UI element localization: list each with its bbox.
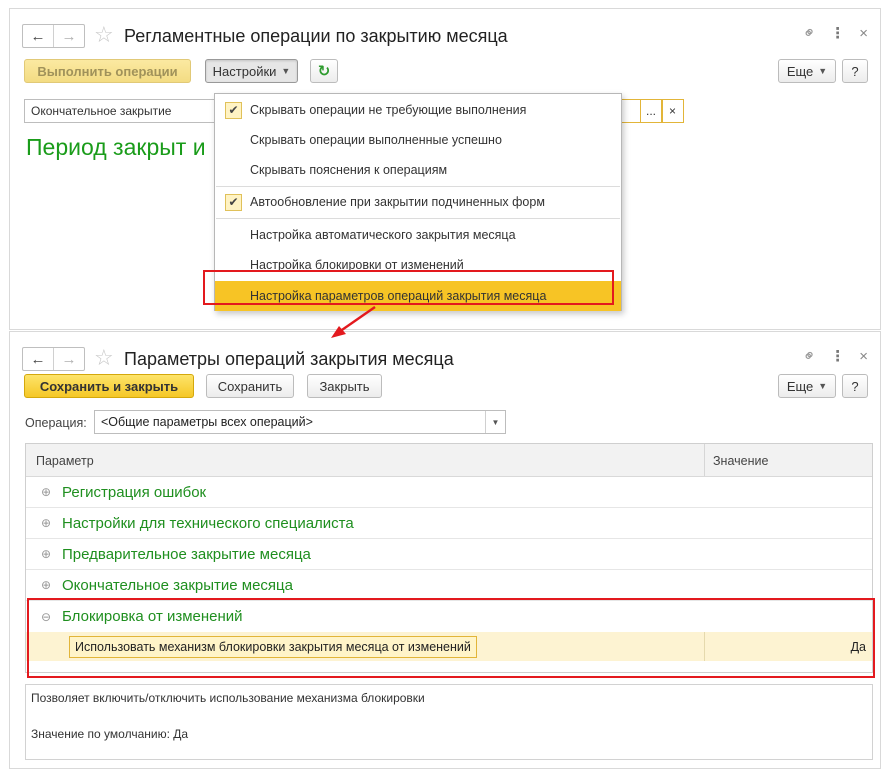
parameter-name[interactable]: Использовать механизм блокировки закрыти… — [69, 635, 477, 658]
menu-item-label: Скрывать операции не требующие выполнени… — [250, 103, 527, 117]
favorite-star-icon[interactable]: ☆ — [94, 22, 114, 48]
favorite-star-icon[interactable]: ☆ — [94, 345, 114, 371]
refresh-button[interactable]: ↻ — [310, 59, 338, 83]
save-button[interactable]: Сохранить — [206, 374, 294, 398]
grid-header: Параметр Значение — [26, 444, 872, 477]
parameter-value[interactable]: Да — [851, 640, 866, 654]
menu-separator — [216, 218, 620, 219]
description-default: Значение по умолчанию: Да — [31, 727, 189, 741]
save-and-close-button[interactable]: Сохранить и закрыть — [24, 374, 194, 398]
collapse-minus-icon[interactable]: ⊖ — [39, 610, 53, 624]
more-vertical-icon[interactable]: ⋮ — [830, 347, 845, 365]
titlebar-actions: ⚭ ⋮ × — [799, 23, 868, 45]
menu-item-label: Скрывать операции выполненные успешно — [250, 133, 502, 147]
expand-plus-icon[interactable]: ⊕ — [39, 578, 53, 592]
refresh-icon: ↻ — [317, 63, 331, 80]
window-title: Параметры операций закрытия месяца — [124, 349, 454, 369]
more-label: Еще — [786, 63, 814, 79]
period-clear-button[interactable]: × — [662, 99, 684, 123]
titlebar: ← → ☆ Регламентные операции по закрытию … — [10, 9, 880, 53]
help-button[interactable]: ? — [842, 59, 868, 83]
red-arrow-icon — [331, 306, 376, 338]
group-label: Окончательное закрытие месяца — [62, 576, 293, 594]
menu-item-auto-closing-settings[interactable]: Настройка автоматического закрытия месяц… — [215, 220, 621, 250]
menu-item-label: Скрывать пояснения к операциям — [250, 163, 448, 177]
close-icon[interactable]: × — [859, 348, 868, 365]
more-button[interactable]: Еще ▼ — [778, 374, 836, 398]
menu-item-label: Настройка автоматического закрытия месяц… — [250, 228, 516, 242]
titlebar: ← → ☆ Параметры операций закрытия месяца… — [10, 332, 880, 376]
more-vertical-icon[interactable]: ⋮ — [830, 24, 845, 42]
window-title: Регламентные операции по закрытию месяца — [124, 26, 508, 46]
menu-item-label: Настройка блокировки от изменений — [250, 258, 464, 272]
settings-button[interactable]: Настройки ▼ — [205, 59, 298, 83]
dropdown-caret-icon: ▼ — [818, 381, 828, 391]
titlebar-actions: ⚭ ⋮ × — [799, 346, 868, 368]
settings-label: Настройки — [212, 63, 277, 79]
column-divider — [704, 632, 705, 661]
column-divider — [704, 444, 705, 476]
operation-type-field[interactable]: Окончательное закрытие — [24, 99, 224, 123]
group-row-final-closing[interactable]: ⊕ Окончательное закрытие месяца — [26, 570, 872, 601]
back-arrow-icon[interactable]: ← — [23, 348, 54, 370]
forward-arrow-icon[interactable]: → — [54, 348, 84, 370]
more-label: Еще — [786, 378, 814, 394]
menu-item-hide-successful[interactable]: Скрывать операции выполненные успешно — [215, 125, 621, 155]
close-icon[interactable]: × — [859, 25, 868, 42]
checkmark-icon: ✔ — [225, 101, 242, 119]
group-row-tech-specialist[interactable]: ⊕ Настройки для технического специалиста — [26, 508, 872, 539]
expand-plus-icon[interactable]: ⊕ — [39, 516, 53, 530]
menu-item-label: Настройка параметров операций закрытия м… — [250, 289, 547, 303]
link-icon[interactable]: ⚭ — [798, 344, 822, 368]
period-select-button[interactable]: ... — [640, 99, 662, 123]
window-operation-parameters: ← → ☆ Параметры операций закрытия месяца… — [9, 331, 881, 769]
nav-buttons: ← → — [22, 347, 85, 371]
dropdown-caret-icon: ▼ — [818, 66, 828, 76]
menu-item-auto-refresh[interactable]: ✔ Автообновление при закрытии подчиненны… — [215, 187, 621, 217]
group-label: Регистрация ошибок — [62, 483, 207, 501]
menu-item-operation-parameters[interactable]: Настройка параметров операций закрытия м… — [215, 281, 621, 311]
menu-item-hide-explanations[interactable]: Скрывать пояснения к операциям — [215, 155, 621, 185]
more-button[interactable]: Еще ▼ — [778, 59, 836, 83]
menu-item-hide-not-required[interactable]: ✔ Скрывать операции не требующие выполне… — [215, 95, 621, 125]
menu-item-lock-settings[interactable]: Настройка блокировки от изменений — [215, 250, 621, 280]
dropdown-caret-icon: ▼ — [281, 66, 291, 76]
back-arrow-icon[interactable]: ← — [23, 25, 54, 47]
description-line: Позволяет включить/отключить использован… — [31, 691, 425, 705]
period-status-text: Период закрыт и — [26, 134, 206, 160]
dropdown-caret-icon[interactable]: ▼ — [485, 411, 505, 433]
parameters-grid: Параметр Значение ⊕ Регистрация ошибок ⊕… — [25, 443, 873, 673]
group-row-lock[interactable]: ⊖ Блокировка от изменений — [26, 601, 872, 632]
column-header-value[interactable]: Значение — [713, 454, 768, 468]
group-label: Блокировка от изменений — [62, 608, 243, 625]
execute-operations-button[interactable]: Выполнить операции — [24, 59, 191, 83]
checkmark-icon: ✔ — [225, 193, 242, 211]
window-month-closing: ← → ☆ Регламентные операции по закрытию … — [9, 8, 881, 330]
nav-buttons: ← → — [22, 24, 85, 48]
menu-item-label: Автообновление при закрытии подчиненных … — [250, 195, 545, 209]
operation-select-value: <Общие параметры всех операций> — [101, 415, 313, 429]
expand-plus-icon[interactable]: ⊕ — [39, 485, 53, 499]
operation-label: Операция: — [25, 416, 87, 430]
group-label: Настройки для технического специалиста — [62, 514, 354, 532]
group-row-errors[interactable]: ⊕ Регистрация ошибок — [26, 477, 872, 508]
table-row[interactable]: Использовать механизм блокировки закрыти… — [26, 632, 872, 661]
group-label: Предварительное закрытие месяца — [62, 545, 311, 563]
operation-select[interactable]: <Общие параметры всех операций> ▼ — [94, 410, 506, 434]
forward-arrow-icon[interactable]: → — [54, 25, 84, 47]
column-header-parameter[interactable]: Параметр — [36, 454, 94, 468]
link-icon[interactable]: ⚭ — [798, 21, 822, 45]
parameter-description: Позволяет включить/отключить использован… — [25, 684, 873, 760]
close-button[interactable]: Закрыть — [307, 374, 382, 398]
expand-plus-icon[interactable]: ⊕ — [39, 547, 53, 561]
group-row-preliminary-closing[interactable]: ⊕ Предварительное закрытие месяца — [26, 539, 872, 570]
settings-dropdown-menu: ✔ Скрывать операции не требующие выполне… — [214, 93, 622, 311]
help-button[interactable]: ? — [842, 374, 868, 398]
